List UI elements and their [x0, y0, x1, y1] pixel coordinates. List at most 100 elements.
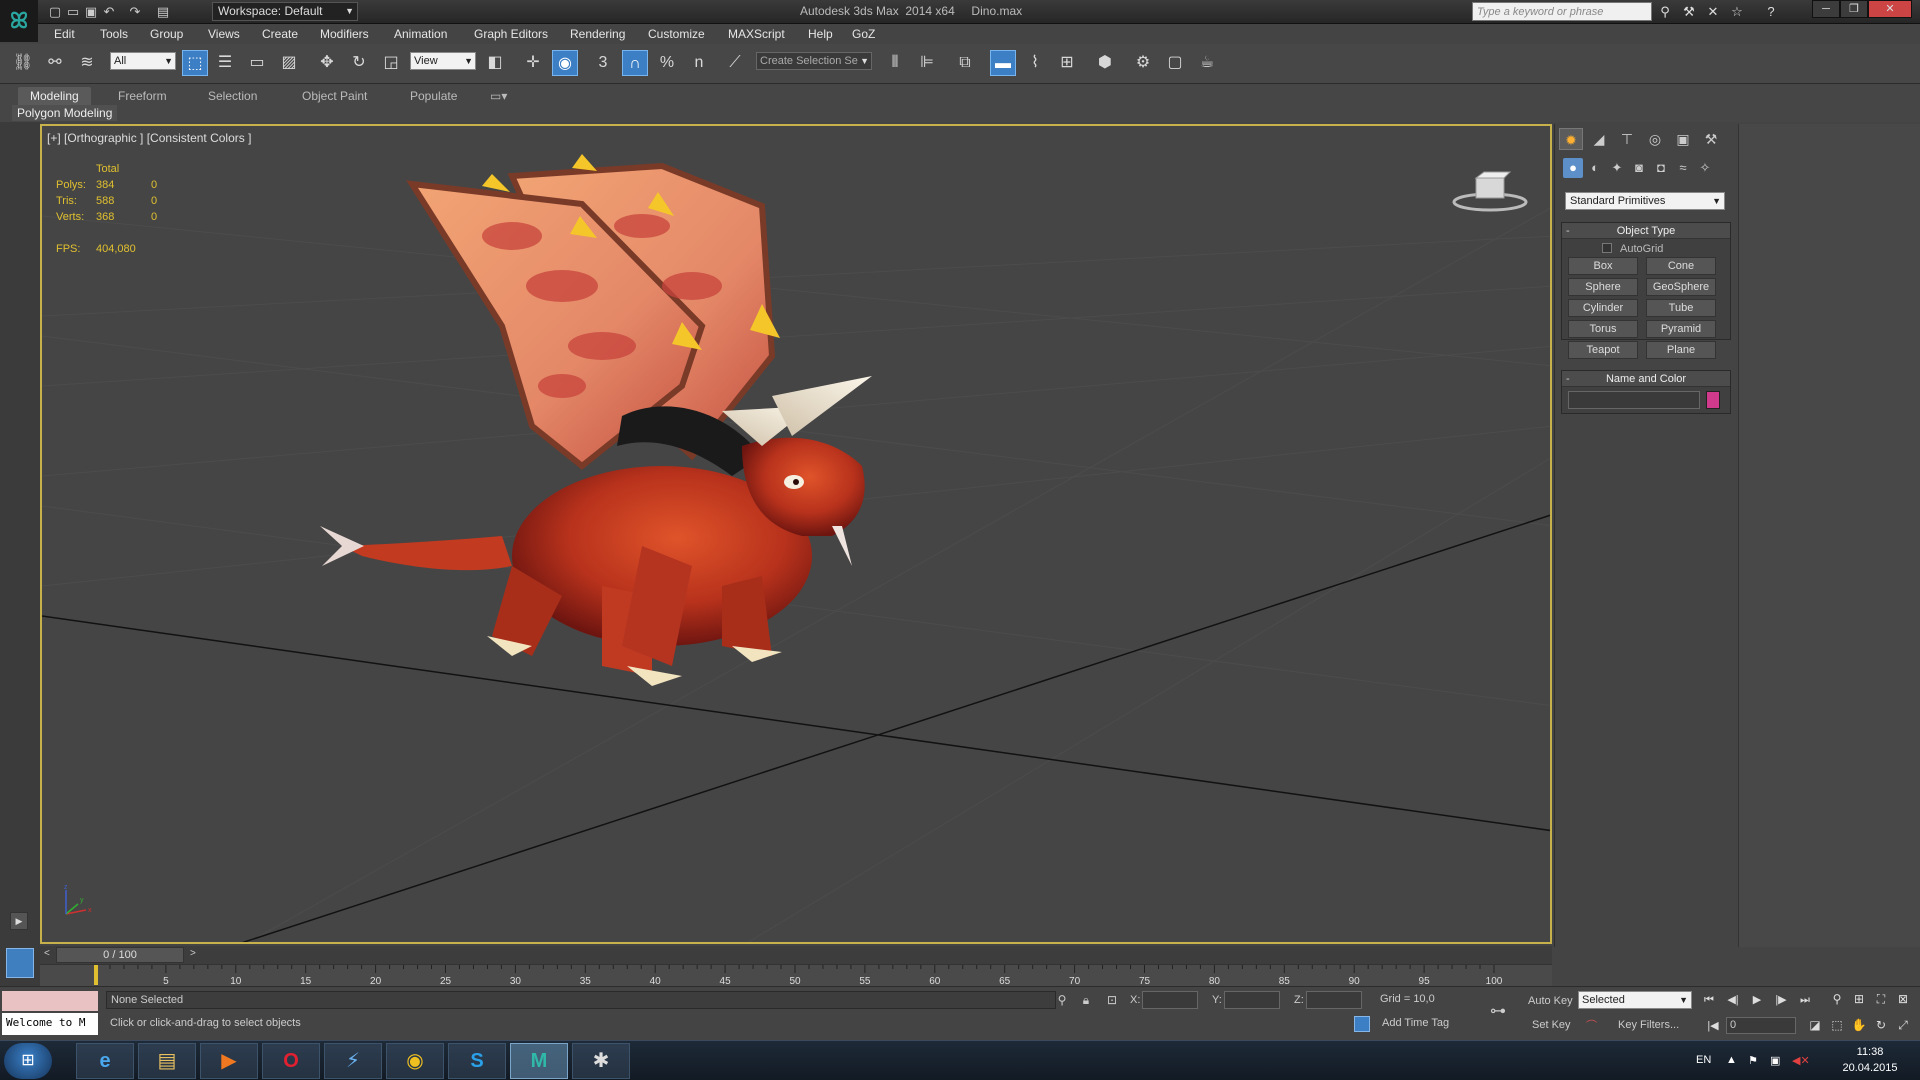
- align-icon[interactable]: ⊫: [914, 50, 940, 76]
- modify-tab-icon[interactable]: ◢: [1587, 128, 1611, 150]
- pivot-center-icon[interactable]: ◧: [482, 50, 508, 76]
- hierarchy-tab-icon[interactable]: ⊤: [1615, 128, 1639, 150]
- menu-goz[interactable]: GoZ: [852, 27, 875, 41]
- create-tab-icon[interactable]: ✹: [1559, 128, 1583, 150]
- go-to-end-icon[interactable]: ⏭: [1796, 992, 1814, 1008]
- category-dropdown[interactable]: Standard Primitives ▼: [1565, 192, 1725, 210]
- helpers-icon[interactable]: ◘: [1651, 158, 1671, 178]
- viewcube-icon[interactable]: [1450, 164, 1530, 214]
- time-tag-icon[interactable]: [1354, 1016, 1370, 1032]
- skype-icon[interactable]: S: [448, 1043, 506, 1079]
- layer-manager-icon[interactable]: ⧉: [952, 50, 978, 76]
- key-icon[interactable]: ⊶: [1490, 1001, 1506, 1021]
- open-file-icon[interactable]: ▭: [64, 3, 82, 21]
- add-time-tag[interactable]: Add Time Tag: [1382, 1017, 1449, 1029]
- next-key-icon[interactable]: |▶: [1772, 992, 1790, 1008]
- geosphere-button[interactable]: GeoSphere: [1646, 278, 1716, 296]
- scale-icon[interactable]: ◲: [378, 50, 404, 76]
- action-center-flag-icon[interactable]: ⚑: [1748, 1054, 1758, 1067]
- maximize-viewport-icon[interactable]: ⤢: [1894, 1017, 1912, 1033]
- menu-modifiers[interactable]: Modifiers: [320, 27, 369, 41]
- named-selection-dropdown[interactable]: Create Selection Se ▼: [756, 52, 872, 70]
- ribbon-options-icon[interactable]: ▭▾: [478, 87, 519, 105]
- curve-editor-icon[interactable]: ⌇: [1022, 50, 1048, 76]
- internet-explorer-icon[interactable]: e: [76, 1043, 134, 1079]
- application-menu-button[interactable]: ꕤ: [0, 0, 38, 42]
- menu-views[interactable]: Views: [208, 27, 240, 41]
- window-crossing-icon[interactable]: ▨: [276, 50, 302, 76]
- rotate-icon[interactable]: ↻: [346, 50, 372, 76]
- y-coord-input[interactable]: [1224, 991, 1280, 1009]
- maxscript-listener-pink[interactable]: [2, 991, 98, 1011]
- display-tab-icon[interactable]: ▣: [1671, 128, 1695, 150]
- viewport-label-menu[interactable]: [+] [Orthographic ] [Consistent Colors ]: [47, 131, 251, 145]
- communication-center-icon[interactable]: ⚒: [1680, 3, 1698, 21]
- key-filters-button[interactable]: Key Filters...: [1618, 1019, 1679, 1031]
- snaps-toggle-icon[interactable]: 3: [590, 50, 616, 76]
- utilities-tab-icon[interactable]: ⚒: [1699, 128, 1723, 150]
- rectangular-selection-icon[interactable]: ▭: [244, 50, 270, 76]
- mirror-icon[interactable]: ⫴: [882, 50, 908, 76]
- ribbon-tab-modeling[interactable]: Modeling: [18, 87, 91, 105]
- shapes-icon[interactable]: ◐: [1585, 158, 1605, 178]
- menu-graph-editors[interactable]: Graph Editors: [474, 27, 548, 41]
- select-by-name-icon[interactable]: ☰: [212, 50, 238, 76]
- menu-help[interactable]: Help: [808, 27, 833, 41]
- cameras-icon[interactable]: ◙: [1629, 158, 1649, 178]
- plane-button[interactable]: Plane: [1646, 341, 1716, 359]
- select-manipulate-icon[interactable]: ✛: [520, 50, 546, 76]
- zbrush-icon[interactable]: ✱: [572, 1043, 630, 1079]
- 3ds-max-icon[interactable]: M: [510, 1043, 568, 1079]
- sphere-button[interactable]: Sphere: [1568, 278, 1638, 296]
- name-and-color-rollout-header[interactable]: - Name and Color: [1562, 371, 1730, 387]
- zoom-region-icon[interactable]: ⬚: [1828, 1017, 1846, 1033]
- ribbon-panel-polygon-modeling[interactable]: Polygon Modeling: [12, 105, 118, 121]
- material-editor-icon[interactable]: ⬢: [1092, 50, 1118, 76]
- orbit-icon[interactable]: ↻: [1872, 1017, 1890, 1033]
- x-coord-input[interactable]: [1142, 991, 1198, 1009]
- save-file-icon[interactable]: ▣: [82, 3, 100, 21]
- play-icon[interactable]: ▶: [1748, 992, 1766, 1008]
- zoom-extents-all-icon[interactable]: ⊠: [1894, 991, 1912, 1007]
- current-frame-input[interactable]: 0: [1726, 1017, 1796, 1034]
- object-type-rollout-header[interactable]: - Object Type: [1562, 223, 1730, 239]
- teapot-button[interactable]: Teapot: [1568, 341, 1638, 359]
- systems-icon[interactable]: ✧: [1695, 158, 1715, 178]
- selection-filter-dropdown[interactable]: All ▼: [110, 52, 176, 70]
- clock-time[interactable]: 11:38: [1842, 1046, 1898, 1058]
- time-slider[interactable]: < 0 / 100 >: [40, 946, 1552, 964]
- space-warps-icon[interactable]: ≈: [1673, 158, 1693, 178]
- maxscript-listener-output[interactable]: Welcome to M: [2, 1013, 98, 1035]
- tray-expand-icon[interactable]: ▲: [1726, 1054, 1737, 1066]
- geometry-icon[interactable]: ●: [1563, 158, 1583, 178]
- chrome-icon[interactable]: ◉: [386, 1043, 444, 1079]
- track-bar[interactable]: 5 10 15 20 25 30 35 40 45 50 55 60 65 70 75 80 85 90 95 100: [40, 964, 1552, 987]
- opera-icon[interactable]: O: [262, 1043, 320, 1079]
- ribbon-tab-object-paint[interactable]: Object Paint: [290, 87, 379, 105]
- undo-icon[interactable]: ↶: [100, 3, 118, 21]
- zoom-extents-icon[interactable]: ⛶: [1872, 991, 1890, 1007]
- mini-curve-editor-toggle[interactable]: [6, 948, 34, 978]
- binoculars-icon[interactable]: ⚲: [1656, 3, 1674, 21]
- zoom-all-icon[interactable]: ⊞: [1850, 991, 1868, 1007]
- go-to-start-icon[interactable]: ⏮: [1700, 992, 1718, 1008]
- schematic-view-icon[interactable]: ⊞: [1054, 50, 1080, 76]
- render-production-icon[interactable]: ☕: [1194, 50, 1220, 76]
- lights-icon[interactable]: ✦: [1607, 158, 1627, 178]
- infocenter-search-input[interactable]: Type a keyword or phrase: [1472, 2, 1652, 21]
- viewport-layout-tab-button[interactable]: ▶: [10, 912, 28, 930]
- workspace-dropdown[interactable]: Workspace: Default ▼: [212, 2, 358, 21]
- cone-button[interactable]: Cone: [1646, 257, 1716, 275]
- z-coord-input[interactable]: [1306, 991, 1362, 1009]
- torrent-icon[interactable]: ⚡: [324, 1043, 382, 1079]
- project-folder-icon[interactable]: ▤: [154, 3, 172, 21]
- previous-key-icon[interactable]: ◀|: [1724, 992, 1742, 1008]
- select-object-icon[interactable]: ⬚: [182, 50, 208, 76]
- volume-muted-icon[interactable]: ◀✕: [1792, 1054, 1810, 1067]
- object-name-input[interactable]: [1568, 391, 1700, 409]
- object-color-swatch[interactable]: [1706, 391, 1720, 409]
- ribbon-tab-freeform[interactable]: Freeform: [106, 87, 179, 105]
- rendered-frame-window-icon[interactable]: ▢: [1162, 50, 1188, 76]
- unlink-selection-icon[interactable]: ⚯: [42, 50, 68, 76]
- menu-animation[interactable]: Animation: [394, 27, 447, 41]
